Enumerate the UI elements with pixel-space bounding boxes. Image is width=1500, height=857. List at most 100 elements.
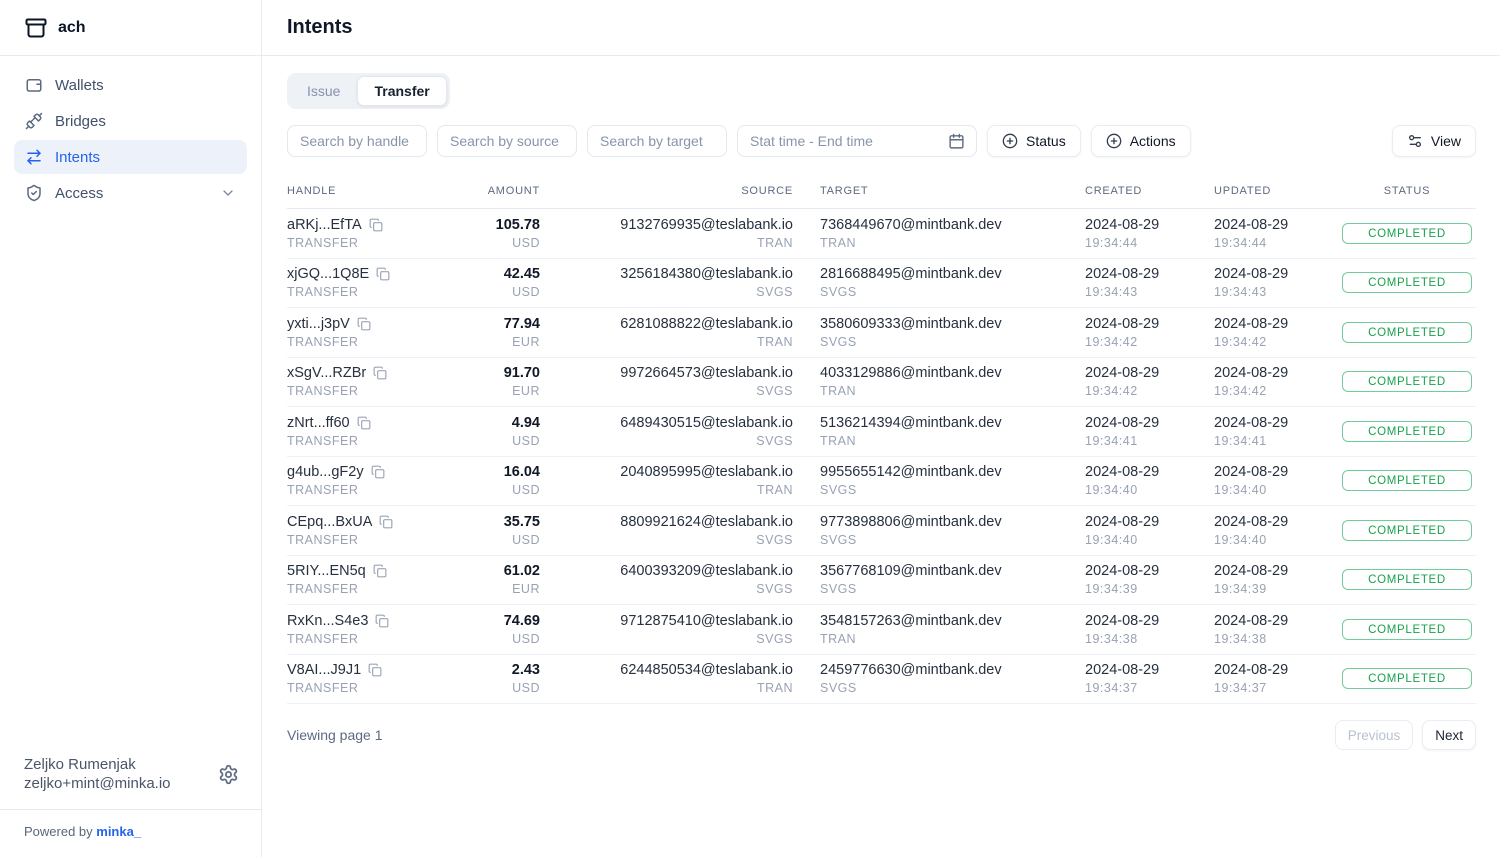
source-cell: 2040895995@teslabank.io TRAN (540, 463, 793, 498)
column-source: SOURCE (540, 185, 793, 197)
table-row[interactable]: V8AI...J9J1 TRANSFER 2.43 USD 6244850534… (287, 655, 1476, 705)
updated-time: 19:34:44 (1214, 236, 1341, 251)
created-time: 19:34:43 (1085, 285, 1214, 300)
sidebar-item-label: Intents (55, 149, 100, 166)
currency: EUR (470, 335, 540, 350)
sidebar-item-label: Bridges (55, 113, 106, 130)
updated-date: 2024-08-29 (1214, 265, 1341, 283)
sidebar-item-access[interactable]: Access (14, 176, 247, 210)
copy-icon[interactable] (379, 515, 393, 529)
updated-time: 19:34:39 (1214, 582, 1341, 597)
intent-type: TRANSFER (287, 582, 470, 597)
calendar-icon (948, 133, 965, 150)
source-address: 9712875410@teslabank.io (540, 612, 793, 630)
source-address: 6400393209@teslabank.io (540, 562, 793, 580)
updated-time: 19:34:43 (1214, 285, 1341, 300)
previous-page-button[interactable]: Previous (1335, 720, 1414, 750)
status-badge: COMPLETED (1342, 272, 1472, 293)
amount-value: 105.78 (470, 216, 540, 234)
created-date: 2024-08-29 (1085, 562, 1214, 580)
updated-cell: 2024-08-29 19:34:40 (1214, 463, 1341, 498)
table-row[interactable]: g4ub...gF2y TRANSFER 16.04 USD 204089599… (287, 457, 1476, 507)
date-range-picker[interactable]: Stat time - End time (737, 125, 977, 157)
created-date: 2024-08-29 (1085, 265, 1214, 283)
search-target-input[interactable] (587, 125, 727, 157)
created-date: 2024-08-29 (1085, 612, 1214, 630)
created-time: 19:34:38 (1085, 632, 1214, 647)
status-badge: COMPLETED (1342, 371, 1472, 392)
copy-icon[interactable] (373, 564, 387, 578)
status-filter-button[interactable]: Status (987, 125, 1081, 157)
status-badge: COMPLETED (1342, 668, 1472, 689)
app-logo[interactable]: ach (0, 0, 261, 56)
created-cell: 2024-08-29 19:34:42 (1085, 315, 1214, 350)
copy-icon[interactable] (368, 663, 382, 677)
copy-icon[interactable] (375, 614, 389, 628)
table-row[interactable]: yxti...j3pV TRANSFER 77.94 EUR 628108882… (287, 308, 1476, 358)
created-time: 19:34:44 (1085, 236, 1214, 251)
amount-cell: 35.75 USD (470, 513, 540, 548)
sidebar-item-label: Access (55, 185, 103, 202)
created-date: 2024-08-29 (1085, 463, 1214, 481)
amount-cell: 16.04 USD (470, 463, 540, 498)
target-address: 4033129886@mintbank.dev (820, 364, 1085, 382)
amount-cell: 105.78 USD (470, 216, 540, 251)
table-row[interactable]: CEpq...BxUA TRANSFER 35.75 USD 880992162… (287, 506, 1476, 556)
table-row[interactable]: xjGQ...1Q8E TRANSFER 42.45 USD 325618438… (287, 259, 1476, 309)
created-time: 19:34:42 (1085, 384, 1214, 399)
minka-brand-link[interactable]: minka_ (96, 824, 141, 839)
amount-cell: 77.94 EUR (470, 315, 540, 350)
source-type: SVGS (540, 285, 793, 300)
table-row[interactable]: RxKn...S4e3 TRANSFER 74.69 USD 971287541… (287, 605, 1476, 655)
amount-value: 42.45 (470, 265, 540, 283)
currency: USD (470, 236, 540, 251)
table-row[interactable]: xSgV...RZBr TRANSFER 91.70 EUR 997266457… (287, 358, 1476, 408)
status-filter-label: Status (1026, 133, 1066, 149)
created-time: 19:34:40 (1085, 483, 1214, 498)
tab-issue[interactable]: Issue (290, 76, 357, 106)
status-cell: COMPLETED (1341, 421, 1473, 442)
sidebar-item-intents[interactable]: Intents (14, 140, 247, 174)
copy-icon[interactable] (376, 267, 390, 281)
settings-button[interactable] (218, 764, 239, 785)
target-cell: 4033129886@mintbank.dev TRAN (820, 364, 1085, 399)
source-type: TRAN (540, 335, 793, 350)
target-type: SVGS (820, 681, 1085, 696)
actions-filter-button[interactable]: Actions (1091, 125, 1191, 157)
copy-icon[interactable] (369, 218, 383, 232)
created-time: 19:34:41 (1085, 434, 1214, 449)
view-button[interactable]: View (1392, 125, 1476, 157)
amount-cell: 74.69 USD (470, 612, 540, 647)
status-badge: COMPLETED (1342, 470, 1472, 491)
powered-by-text: Powered by (24, 824, 96, 839)
sidebar-spacer (0, 224, 261, 755)
handle-value: V8AI...J9J1 (287, 661, 361, 679)
tab-transfer[interactable]: Transfer (357, 76, 446, 106)
target-type: SVGS (820, 483, 1085, 498)
handle-value: xjGQ...1Q8E (287, 265, 369, 283)
handle-cell: xjGQ...1Q8E TRANSFER (287, 265, 470, 300)
table-row[interactable]: zNrt...ff60 TRANSFER 4.94 USD 6489430515… (287, 407, 1476, 457)
copy-icon[interactable] (371, 465, 385, 479)
copy-icon[interactable] (357, 416, 371, 430)
table-row[interactable]: aRKj...EfTA TRANSFER 105.78 USD 91327699… (287, 209, 1476, 259)
column-amount: AMOUNT (470, 185, 540, 197)
updated-date: 2024-08-29 (1214, 513, 1341, 531)
search-handle-input[interactable] (287, 125, 427, 157)
updated-cell: 2024-08-29 19:34:39 (1214, 562, 1341, 597)
created-cell: 2024-08-29 19:34:40 (1085, 513, 1214, 548)
source-cell: 9972664573@teslabank.io SVGS (540, 364, 793, 399)
copy-icon[interactable] (357, 317, 371, 331)
sidebar-item-wallets[interactable]: Wallets (14, 68, 247, 102)
updated-time: 19:34:40 (1214, 533, 1341, 548)
copy-icon[interactable] (373, 366, 387, 380)
next-page-button[interactable]: Next (1422, 720, 1476, 750)
sidebar-item-bridges[interactable]: Bridges (14, 104, 247, 138)
search-source-input[interactable] (437, 125, 577, 157)
amount-cell: 2.43 USD (470, 661, 540, 696)
sidebar-nav: Wallets Bridges Intents Access (0, 56, 261, 224)
table-row[interactable]: 5RIY...EN5q TRANSFER 61.02 EUR 640039320… (287, 556, 1476, 606)
status-cell: COMPLETED (1341, 272, 1473, 293)
updated-time: 19:34:42 (1214, 335, 1341, 350)
status-badge: COMPLETED (1342, 520, 1472, 541)
